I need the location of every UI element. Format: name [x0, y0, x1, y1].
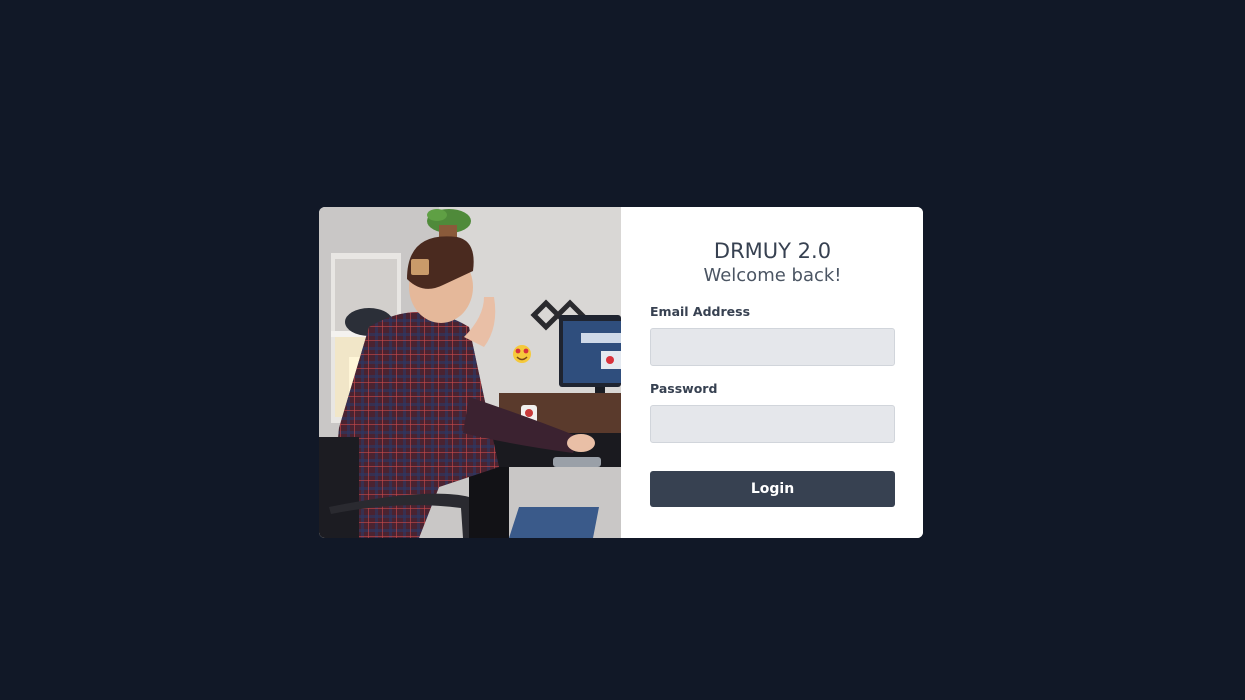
email-label: Email Address — [650, 304, 751, 319]
email-field[interactable] — [650, 328, 895, 366]
login-button[interactable]: Login — [650, 471, 895, 507]
login-card: DRMUY 2.0 Welcome back! Email Address Pa… — [319, 207, 923, 538]
hero-photo — [319, 207, 621, 538]
login-form-panel: DRMUY 2.0 Welcome back! Email Address Pa… — [621, 207, 923, 538]
welcome-subtitle: Welcome back! — [703, 265, 842, 286]
person-at-desk-photo-icon — [319, 207, 621, 538]
password-field[interactable] — [650, 405, 895, 443]
app-title: DRMUY 2.0 — [713, 239, 832, 263]
password-label: Password — [650, 381, 718, 396]
